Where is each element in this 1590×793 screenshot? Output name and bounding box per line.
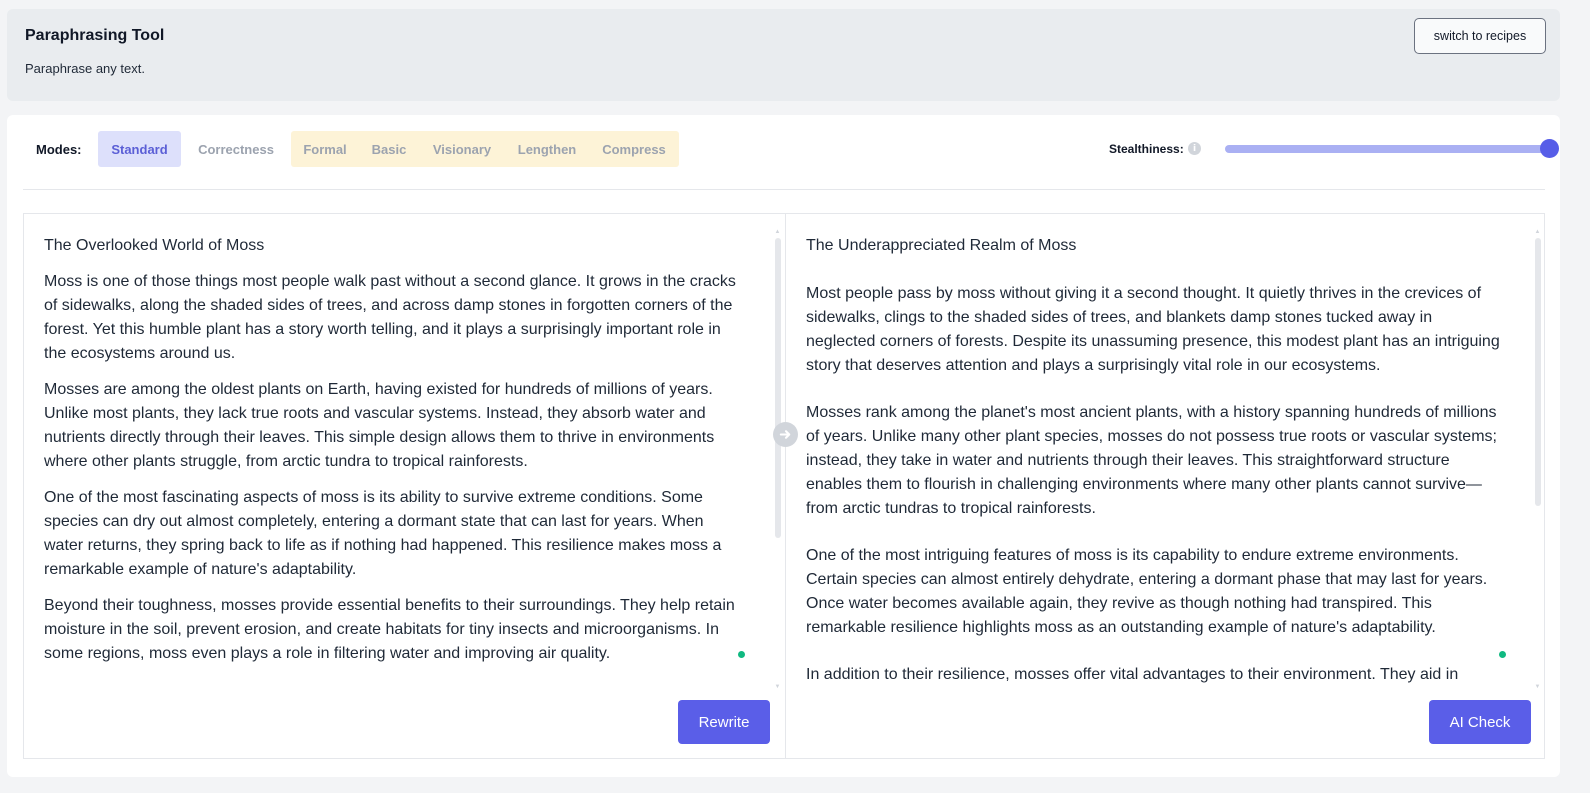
paraphraser-panel: Modes: Standard Correctness Formal Basic… bbox=[7, 115, 1560, 777]
toolbar-divider bbox=[23, 189, 1545, 190]
input-scrollbar[interactable]: ▲ ▼ bbox=[774, 229, 781, 690]
output-scrollbar[interactable]: ▲ ▼ bbox=[1534, 229, 1541, 690]
input-paragraph: Moss is one of those things most people … bbox=[44, 273, 736, 362]
ai-check-button[interactable]: AI Check bbox=[1429, 700, 1531, 744]
mode-compress[interactable]: Compress bbox=[591, 131, 677, 167]
input-paragraph: Mosses are among the oldest plants on Ea… bbox=[44, 381, 715, 470]
page-subtitle: Paraphrase any text. bbox=[25, 61, 145, 76]
app-header: Paraphrasing Tool Paraphrase any text. s… bbox=[7, 9, 1560, 101]
mode-lengthen[interactable]: Lengthen bbox=[507, 131, 587, 167]
switch-to-recipes-button[interactable]: switch to recipes bbox=[1414, 18, 1546, 54]
modes-toolbar: Modes: Standard Correctness Formal Basic… bbox=[7, 115, 1560, 189]
rewrite-button[interactable]: Rewrite bbox=[678, 700, 770, 744]
stealthiness-label: Stealthiness: bbox=[1109, 142, 1184, 156]
output-paragraph: In addition to their resilience, mosses … bbox=[806, 666, 1459, 683]
mode-visionary[interactable]: Visionary bbox=[423, 131, 501, 167]
stealthiness-slider-track[interactable] bbox=[1225, 145, 1550, 153]
editor-area: The Overlooked World of Moss Moss is one… bbox=[23, 213, 1545, 759]
stealthiness-slider-thumb[interactable] bbox=[1539, 139, 1559, 158]
input-textarea[interactable]: The Overlooked World of Moss Moss is one… bbox=[44, 234, 744, 688]
input-paragraph: One of the most fascinating aspects of m… bbox=[44, 489, 722, 578]
output-textarea: The Underappreciated Realm of Moss Most … bbox=[806, 234, 1504, 688]
arrow-right-circle-icon[interactable] bbox=[773, 422, 798, 447]
output-paragraph: Most people pass by moss without giving … bbox=[806, 285, 1500, 374]
output-paragraph: Mosses rank among the planet's most anci… bbox=[806, 404, 1497, 517]
input-title: The Overlooked World of Moss bbox=[44, 237, 265, 254]
output-column: The Underappreciated Realm of Moss Most … bbox=[786, 214, 1544, 758]
status-dot bbox=[738, 651, 745, 658]
mode-basic[interactable]: Basic bbox=[360, 131, 418, 167]
output-paragraph: One of the most intriguing features of m… bbox=[806, 547, 1488, 636]
mode-correctness[interactable]: Correctness bbox=[187, 131, 285, 167]
mode-standard[interactable]: Standard bbox=[98, 131, 181, 167]
mode-formal[interactable]: Formal bbox=[294, 131, 356, 167]
info-icon[interactable]: i bbox=[1188, 142, 1201, 155]
page-title: Paraphrasing Tool bbox=[25, 27, 165, 44]
input-column: The Overlooked World of Moss Moss is one… bbox=[24, 214, 784, 758]
output-title: The Underappreciated Realm of Moss bbox=[806, 237, 1077, 254]
modes-label: Modes: bbox=[36, 142, 82, 157]
status-dot bbox=[1499, 651, 1506, 658]
input-paragraph: Beyond their toughness, mosses provide e… bbox=[44, 597, 735, 662]
